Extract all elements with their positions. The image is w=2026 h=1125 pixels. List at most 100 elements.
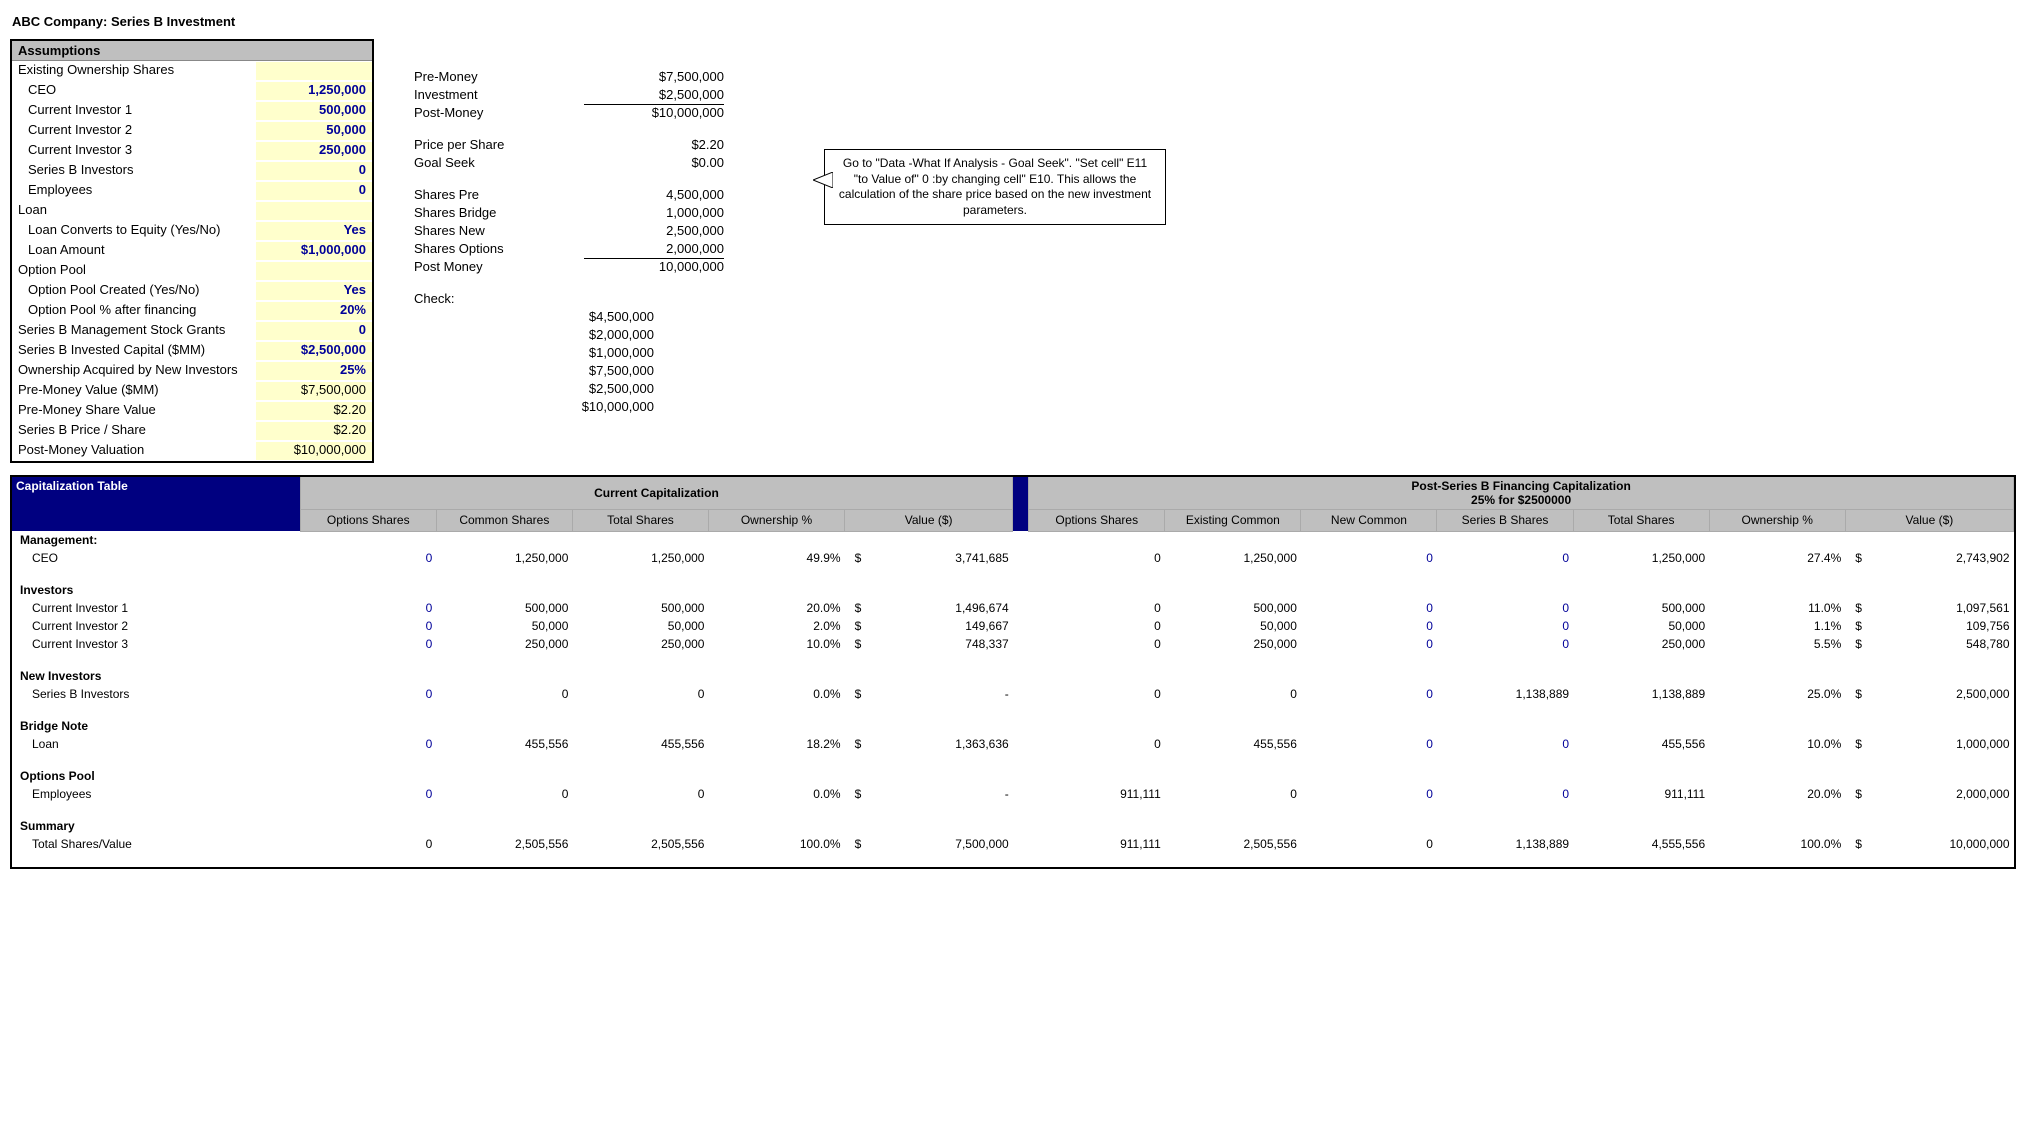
presharevalue-label: Pre-Money Share Value <box>12 402 256 420</box>
seriesb-shares-input[interactable]: 0 <box>256 162 372 180</box>
calc-check-3: $1,000,000 <box>514 345 654 363</box>
calculations-column: Pre-Money$7,500,000 Investment$2,500,000… <box>414 39 774 431</box>
loan-amount-input[interactable]: $1,000,000 <box>256 242 372 260</box>
row-inv2-label: Current Investor 2 <box>12 617 300 635</box>
table-row: Current Investor 2 0 50,000 50,000 2.0% … <box>12 617 2014 635</box>
inv3-shares-input[interactable]: 250,000 <box>256 142 372 160</box>
section-management: Management: <box>12 531 300 549</box>
cap-table: Capitalization Table Current Capitalizat… <box>12 477 2014 867</box>
optionpool-created-input[interactable]: Yes <box>256 282 372 300</box>
presharevalue-output: $2.20 <box>256 402 372 420</box>
col-ownership-pct: Ownership % <box>708 510 844 532</box>
calc-investment-label: Investment <box>414 87 584 105</box>
table-row: Total Shares/Value 0 2,505,556 2,505,556… <box>12 835 2014 853</box>
dollar-sign: $ <box>1845 549 1877 567</box>
col-group-post-line2: 25% for $2500000 <box>1033 493 2009 507</box>
optionpool-label: Option Pool <box>12 262 256 280</box>
row-total-label: Total Shares/Value <box>12 835 300 853</box>
calc-goalseek: $0.00 <box>584 155 724 173</box>
acquired-input[interactable]: 25% <box>256 362 372 380</box>
optionpool-created-label: Option Pool Created (Yes/No) <box>12 282 256 300</box>
table-row: Loan 0 455,556 455,556 18.2% $ 1,363,636… <box>12 735 2014 753</box>
calc-postmoney: $10,000,000 <box>584 105 724 123</box>
optionpool-pct-label: Option Pool % after financing <box>12 302 256 320</box>
col-group-post-line1: Post-Series B Financing Capitalization <box>1033 479 2009 493</box>
loan-amount-label: Loan Amount <box>12 242 256 260</box>
callout-text: Go to "Data -What If Analysis - Goal See… <box>839 156 1151 217</box>
col-total-shares: Total Shares <box>572 510 708 532</box>
ceo-sb: 0 <box>1437 549 1573 567</box>
dollar-sign: $ <box>845 549 877 567</box>
assumptions-header: Assumptions <box>12 41 372 61</box>
calc-check-4: $7,500,000 <box>514 363 654 381</box>
col-options-shares-2: Options Shares <box>1029 510 1165 532</box>
employees-shares-input[interactable]: 0 <box>256 182 372 200</box>
loan-convert-label: Loan Converts to Equity (Yes/No) <box>12 222 256 240</box>
calc-shares-options: 2,000,000 <box>584 241 724 259</box>
table-row: Series B Investors 0 0 0 0.0% $ - 0 0 0 … <box>12 685 2014 703</box>
calc-shares-pre: 4,500,000 <box>584 187 724 205</box>
existing-ownership-label: Existing Ownership Shares <box>12 62 256 80</box>
table-row: Current Investor 3 0 250,000 250,000 10.… <box>12 635 2014 653</box>
col-existing-common: Existing Common <box>1165 510 1301 532</box>
loan-convert-input[interactable]: Yes <box>256 222 372 240</box>
ceo-val: 3,741,685 <box>877 549 1013 567</box>
invested-input[interactable]: $2,500,000 <box>256 342 372 360</box>
assumptions-box: Assumptions Existing Ownership Shares CE… <box>10 39 374 463</box>
col-group-post: Post-Series B Financing Capitalization 2… <box>1029 477 2014 510</box>
table-row: Current Investor 1 0 500,000 500,000 20.… <box>12 599 2014 617</box>
calc-shares-pre-label: Shares Pre <box>414 187 584 205</box>
premoney-label: Pre-Money Value ($MM) <box>12 382 256 400</box>
calc-shares-new-label: Shares New <box>414 223 584 241</box>
calc-goalseek-label: Goal Seek <box>414 155 584 173</box>
calc-shares-post-label: Post Money <box>414 259 584 277</box>
calc-shares-bridge-label: Shares Bridge <box>414 205 584 223</box>
ceo-com: 1,250,000 <box>436 549 572 567</box>
ceo-exist: 1,250,000 <box>1165 549 1301 567</box>
section-investors: Investors <box>12 581 300 599</box>
ceo-newc: 0 <box>1301 549 1437 567</box>
calc-shares-options-label: Shares Options <box>414 241 584 259</box>
mgmt-grants-input[interactable]: 0 <box>256 322 372 340</box>
ceo-own2: 27.4% <box>1709 549 1845 567</box>
inv1-label: Current Investor 1 <box>12 102 256 120</box>
table-row: CEO 0 1,250,000 1,250,000 49.9% $ 3,741,… <box>12 549 2014 567</box>
col-value: Value ($) <box>845 510 1013 532</box>
premoney-output: $7,500,000 <box>256 382 372 400</box>
calc-premoney-label: Pre-Money <box>414 69 584 87</box>
calc-check-1: $4,500,000 <box>514 309 654 327</box>
calc-check-6: $10,000,000 <box>514 399 654 417</box>
section-summary: Summary <box>12 817 300 835</box>
ceo-tot: 1,250,000 <box>572 549 708 567</box>
calc-shares-bridge: 1,000,000 <box>584 205 724 223</box>
seriesb-label: Series B Investors <box>12 162 256 180</box>
postval-label: Post-Money Valuation <box>12 442 256 460</box>
loan-label: Loan <box>12 202 256 220</box>
calc-pps: $2.20 <box>584 137 724 155</box>
section-bridge-note: Bridge Note <box>12 717 300 735</box>
col-value-2: Value ($) <box>1845 510 2013 532</box>
postval-output: $10,000,000 <box>256 442 372 460</box>
calc-check-2: $2,000,000 <box>514 327 654 345</box>
col-common-shares: Common Shares <box>436 510 572 532</box>
ceo-tot2: 1,250,000 <box>1573 549 1709 567</box>
row-seriesb-label: Series B Investors <box>12 685 300 703</box>
ceo-shares-input[interactable]: 1,250,000 <box>256 82 372 100</box>
row-inv1-label: Current Investor 1 <box>12 599 300 617</box>
employees-label: Employees <box>12 182 256 200</box>
row-employees-label: Employees <box>12 785 300 803</box>
cap-table-title: Capitalization Table <box>12 477 300 531</box>
calc-shares-new: 2,500,000 <box>584 223 724 241</box>
row-loan-label: Loan <box>12 735 300 753</box>
callout-arrow-icon <box>813 172 833 188</box>
calc-check-label: Check: <box>414 291 514 309</box>
ceo-opt: 0 <box>300 549 436 567</box>
col-ownership-pct-2: Ownership % <box>1709 510 1845 532</box>
inv2-shares-input[interactable]: 50,000 <box>256 122 372 140</box>
col-total-shares-2: Total Shares <box>1573 510 1709 532</box>
inv1-shares-input[interactable]: 500,000 <box>256 102 372 120</box>
calc-pps-label: Price per Share <box>414 137 584 155</box>
optionpool-pct-input[interactable]: 20% <box>256 302 372 320</box>
col-group-current: Current Capitalization <box>300 477 1012 510</box>
ceo-opt2: 0 <box>1029 549 1165 567</box>
